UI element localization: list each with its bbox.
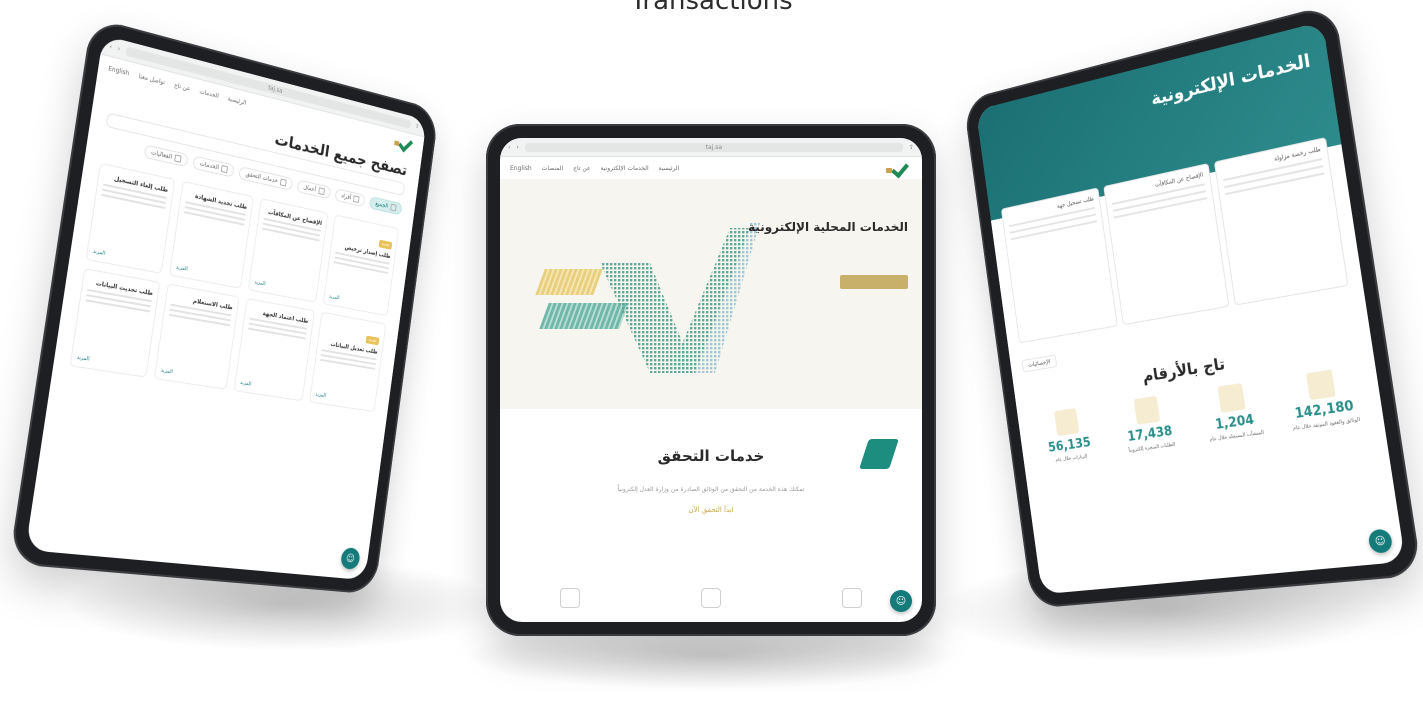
taj-logo-icon[interactable] <box>886 160 912 176</box>
verify-link[interactable]: ابدأ التحقق الآن <box>500 506 922 514</box>
more-link[interactable]: المزيد <box>160 367 173 375</box>
nav-item[interactable]: الخدمات الإلكترونية <box>601 165 649 172</box>
nav-item[interactable]: عن تاج <box>573 165 590 172</box>
share-icon[interactable]: ⇪ <box>415 122 420 129</box>
filter-chip[interactable]: الجميع <box>369 196 403 215</box>
nav-item[interactable]: الخدمات <box>199 88 219 100</box>
more-link[interactable]: المزيد <box>175 264 188 272</box>
checkbox-icon <box>280 178 287 186</box>
service-panel[interactable]: طلب رخصة مزاولة <box>1214 137 1349 306</box>
section-label: الإحصائيات <box>1022 355 1057 373</box>
user-icon[interactable] <box>560 588 580 608</box>
building-icon[interactable] <box>701 588 721 608</box>
chat-button[interactable]: ☺ <box>1367 528 1393 554</box>
service-card[interactable]: طلب تجديد الشهادة المزيد <box>169 181 254 289</box>
service-card[interactable]: طلب الاستعلام المزيد <box>154 283 240 389</box>
stat-item: 1,204 المنشآت المسجلة خلال عام <box>1192 379 1275 446</box>
nav-item[interactable]: English <box>510 165 532 172</box>
hero-banner: الخدمات المحلية الإلكترونية <box>500 179 922 409</box>
checkbox-icon <box>221 165 228 173</box>
service-card[interactable]: الإفصاح عن المكافآت المزيد <box>248 198 329 303</box>
service-panel[interactable]: طلب تسجيل جهة <box>1001 187 1118 343</box>
center-nav-links: الرئيسية الخدمات الإلكترونية عن تاج المن… <box>510 165 679 172</box>
share-icon[interactable]: ⇪ <box>909 144 914 151</box>
nav-item[interactable]: تواصل معنا <box>138 72 165 86</box>
stat-item: 17,438 الطلبات المنجزة إلكترونياً <box>1110 392 1189 457</box>
more-link[interactable]: المزيد <box>76 354 89 362</box>
service-card[interactable]: طلب اعتماد الجهة المزيد <box>234 298 315 401</box>
new-badge: جديد <box>366 336 380 346</box>
stat-icon <box>1217 383 1245 413</box>
new-badge: جديد <box>379 240 393 250</box>
more-link[interactable]: المزيد <box>315 392 326 399</box>
chat-icon: ☺ <box>345 553 355 564</box>
nav-item[interactable]: عن تاج <box>174 81 191 92</box>
hero-cta-button[interactable] <box>840 275 908 289</box>
service-card[interactable]: طلب تحديث البيانات المزيد <box>70 268 161 378</box>
service-card[interactable]: طلب إلغاء التسجيل المزيد <box>86 163 176 274</box>
header-title: الخدمات الإلكترونية <box>1150 50 1312 110</box>
verification-section: خدمات التحقق تمكنك هذه الخدمة من التحقق … <box>500 409 922 514</box>
more-link[interactable]: المزيد <box>254 279 266 287</box>
right-tablet-screen: الخدمات الإلكترونية طلب تسجيل جهة الإفصا… <box>976 21 1406 594</box>
center-url-bar[interactable]: taj.sa <box>525 143 903 152</box>
checkbox-icon <box>353 195 360 203</box>
filter-chip[interactable]: خدمات التحقق <box>239 166 294 191</box>
page-caption: Transactions <box>0 0 1423 16</box>
right-tablet: الخدمات الإلكترونية طلب تسجيل جهة الإفصا… <box>963 3 1422 608</box>
verify-description: تمكنك هذه الخدمة من التحقق من الوثائق ال… <box>500 485 922 496</box>
checkbox-icon <box>390 204 396 212</box>
service-card[interactable]: جديد طلب تعديل البيانات المزيد <box>309 312 386 412</box>
stat-item: 56,135 الزيارات خلال عام <box>1031 405 1106 468</box>
more-link[interactable]: المزيد <box>328 294 339 302</box>
forward-icon[interactable]: › <box>516 144 518 151</box>
stat-icon <box>1133 396 1160 425</box>
more-link[interactable]: المزيد <box>240 380 252 388</box>
bottom-icon-row <box>500 588 922 608</box>
checkbox-icon <box>174 154 182 162</box>
forward-icon[interactable]: › <box>117 45 120 53</box>
center-navbar: الرئيسية الخدمات الإلكترونية عن تاج المن… <box>500 157 922 179</box>
chat-icon: ☺ <box>1374 535 1386 548</box>
left-tablet: ‹ › taj.sa ⇪ الرئيسية الخدمات عن تاج توا… <box>9 17 440 595</box>
filter-chip[interactable]: الخدمات <box>192 156 235 178</box>
center-browser-bar: ‹ › taj.sa ⇪ <box>500 138 922 157</box>
verify-title: خدمات التحقق <box>500 447 922 465</box>
back-icon[interactable]: ‹ <box>508 144 510 151</box>
nav-item[interactable]: English <box>108 65 130 77</box>
chat-icon: ☺ <box>896 596 906 607</box>
stat-icon <box>1305 370 1335 401</box>
nav-item[interactable]: المنصات <box>542 165 563 172</box>
center-tablet: ‹ › taj.sa ⇪ الرئيسية الخدمات الإلكتروني… <box>486 124 936 636</box>
nav-item[interactable]: الرئيسية <box>227 95 246 106</box>
checkbox-icon <box>318 187 325 195</box>
left-tablet-screen: ‹ › taj.sa ⇪ الرئيسية الخدمات عن تاج توا… <box>25 35 426 580</box>
service-card[interactable]: جديد طلب إصدار ترخيص المزيد <box>323 214 399 316</box>
stat-item: 142,180 الوثائق والعقود الموثقة خلال عام <box>1279 366 1367 435</box>
stat-icon <box>1054 408 1079 436</box>
back-icon[interactable]: ‹ <box>109 43 112 51</box>
chat-button[interactable]: ☺ <box>890 590 912 612</box>
filter-chip[interactable]: أعمال <box>297 180 332 200</box>
filter-chip[interactable]: أفراد <box>334 188 365 207</box>
more-link[interactable]: المزيد <box>92 248 105 257</box>
nav-item[interactable]: الرئيسية <box>659 165 680 172</box>
check-pattern-graphic <box>590 223 760 393</box>
service-panel[interactable]: الإفصاح عن المكافآت <box>1104 163 1230 325</box>
filter-chip[interactable]: الفعاليات <box>143 144 188 167</box>
center-tablet-screen: ‹ › taj.sa ⇪ الرئيسية الخدمات الإلكتروني… <box>500 138 922 622</box>
hero-title: الخدمات المحلية الإلكترونية <box>748 219 908 235</box>
taj-logo-icon[interactable] <box>394 133 417 153</box>
chat-button[interactable]: ☺ <box>340 547 361 570</box>
document-icon[interactable] <box>842 588 862 608</box>
